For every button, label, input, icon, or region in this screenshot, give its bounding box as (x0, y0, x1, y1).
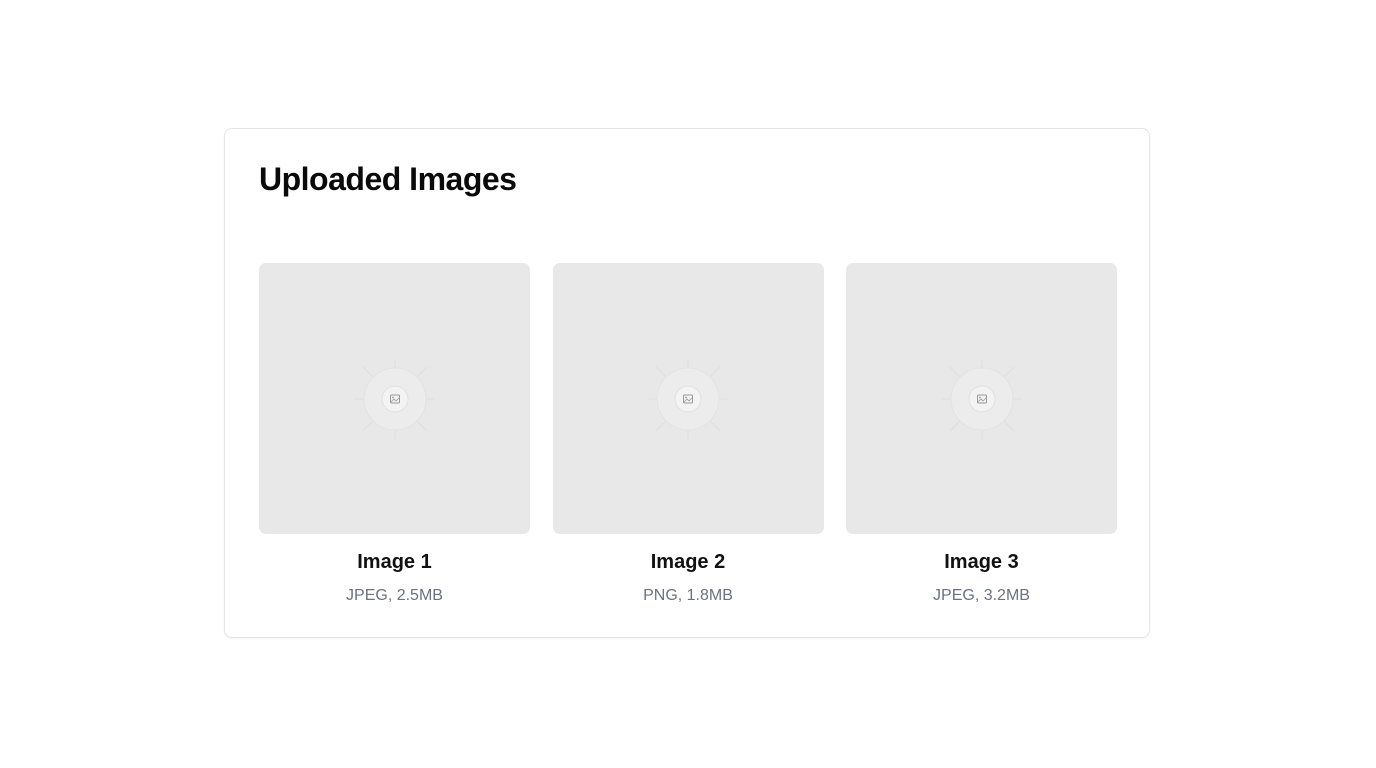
image-placeholder-icon (648, 358, 728, 439)
image-thumbnail[interactable] (846, 263, 1117, 534)
image-meta: JPEG, 3.2MB (933, 587, 1030, 604)
image-meta: JPEG, 2.5MB (346, 587, 443, 604)
image-name: Image 2 (650, 551, 726, 573)
image-thumbnail[interactable] (259, 263, 530, 534)
image-tile[interactable]: Image 3 JPEG, 3.2MB (846, 263, 1117, 606)
image-thumbnail[interactable] (552, 263, 824, 534)
image-meta: PNG, 1.8MB (643, 587, 733, 604)
image-grid: Image 1 JPEG, 2.5MB Image 2 PNG, 1.8MB I… (259, 263, 1117, 606)
image-name: Image 1 (357, 551, 432, 573)
uploaded-images-card: Uploaded Images Image 1 JPEG, 2.5MB Imag… (224, 128, 1150, 638)
image-tile[interactable]: Image 2 PNG, 1.8MB (552, 263, 824, 606)
page-title: Uploaded Images (259, 161, 517, 197)
image-name: Image 3 (944, 551, 1019, 573)
image-placeholder-icon (941, 358, 1022, 439)
image-placeholder-icon (354, 358, 435, 439)
image-tile[interactable]: Image 1 JPEG, 2.5MB (259, 263, 530, 606)
